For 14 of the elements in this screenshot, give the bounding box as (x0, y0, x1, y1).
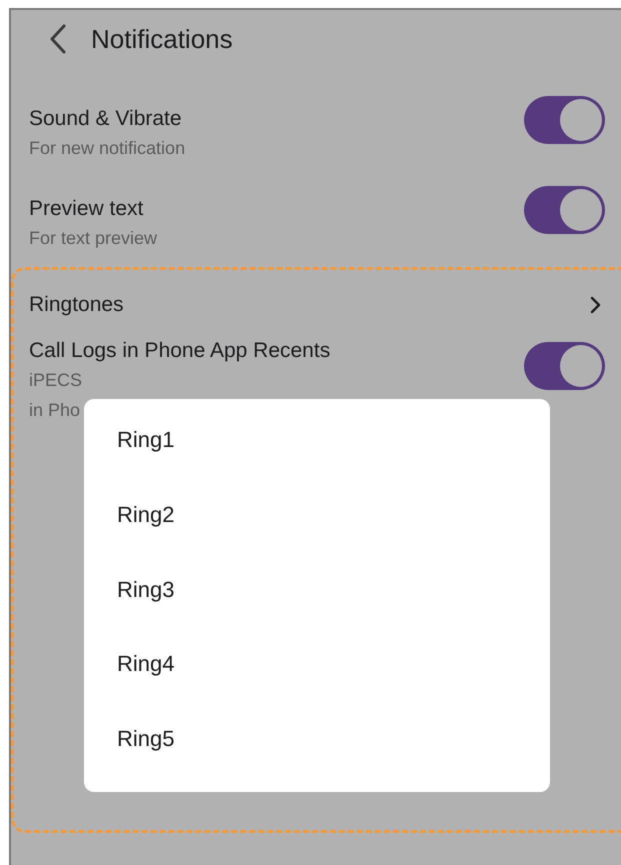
setting-title: Call Logs in Phone App Recents (29, 338, 330, 364)
setting-description: For new notification (29, 137, 186, 160)
ringtone-option[interactable]: Ring2 (117, 492, 174, 568)
setting-description: For text preview (29, 227, 158, 250)
setting-title: Sound & Vibrate (29, 106, 182, 132)
ringtone-option[interactable]: Ring1 (117, 418, 174, 493)
ringtone-option[interactable]: Ring4 (117, 642, 174, 718)
ringtone-option[interactable]: Ring3 (117, 568, 174, 642)
setting-description: iPECS (29, 369, 82, 392)
page-title: Notifications (91, 22, 233, 56)
setting-description: in Pho (29, 399, 80, 422)
ringtone-option[interactable]: Ring5 (117, 717, 174, 792)
setting-title: Ringtones (29, 292, 124, 318)
setting-title: Preview text (29, 196, 144, 222)
